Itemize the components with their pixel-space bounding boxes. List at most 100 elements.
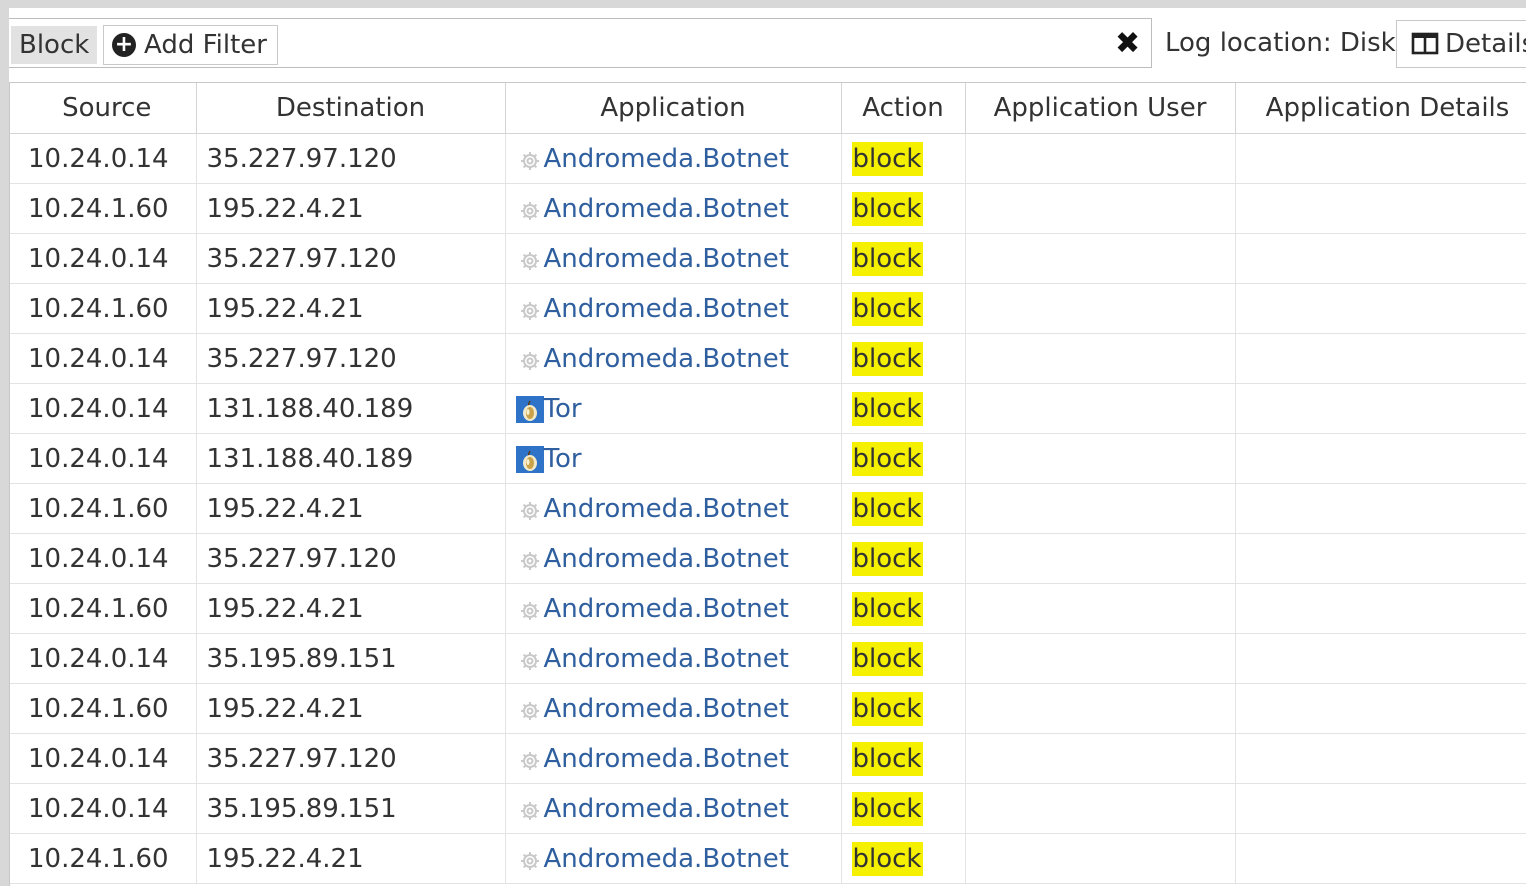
application-link[interactable]: Andromeda.Botnet bbox=[544, 594, 789, 624]
application-cell[interactable]: Andromeda.Botnet bbox=[505, 133, 842, 184]
action-cell: block bbox=[841, 733, 966, 784]
application-cell[interactable]: Andromeda.Botnet bbox=[505, 833, 842, 884]
table-row[interactable]: 10.24.1.60 195.22.4.21 Andromeda.Botnet blo… bbox=[10, 683, 1526, 734]
destination-cell: 195.22.4.21 bbox=[196, 833, 506, 884]
application-link[interactable]: Tor bbox=[544, 444, 582, 474]
column-header-destination[interactable]: Destination bbox=[196, 83, 506, 134]
filter-bar[interactable]: Block + Add Filter ✖ bbox=[9, 18, 1152, 68]
application-user-cell bbox=[965, 633, 1236, 684]
source-cell: 10.24.0.14 bbox=[10, 533, 197, 584]
destination-cell: 195.22.4.21 bbox=[196, 483, 506, 534]
table-row[interactable]: 10.24.0.14 35.227.97.120 Andromeda.Botnet b… bbox=[10, 233, 1526, 284]
table-row[interactable]: 10.24.1.60 195.22.4.21 Andromeda.Botnet blo… bbox=[10, 583, 1526, 634]
source-cell: 10.24.1.60 bbox=[10, 683, 197, 734]
table-row[interactable]: 10.24.1.60 195.22.4.21 Andromeda.Botnet blo… bbox=[10, 833, 1526, 884]
action-badge: block bbox=[851, 791, 923, 826]
application-cell[interactable]: Tor bbox=[505, 433, 842, 484]
gear-icon bbox=[516, 345, 544, 373]
columns-icon bbox=[1411, 32, 1439, 54]
column-header-application-details[interactable]: Application Details bbox=[1235, 83, 1526, 134]
application-link[interactable]: Andromeda.Botnet bbox=[544, 744, 789, 774]
application-link[interactable]: Andromeda.Botnet bbox=[544, 194, 789, 224]
table-row[interactable]: 10.24.0.14 35.227.97.120 Andromeda.Botnet b… bbox=[10, 133, 1526, 184]
table-row[interactable]: 10.24.0.14 35.227.97.120 Andromeda.Botnet b… bbox=[10, 733, 1526, 784]
column-header-application[interactable]: Application bbox=[505, 83, 842, 134]
table-row[interactable]: 10.24.0.14 35.227.97.120 Andromeda.Botnet b… bbox=[10, 533, 1526, 584]
source-cell: 10.24.1.60 bbox=[10, 283, 197, 334]
application-cell[interactable]: Andromeda.Botnet bbox=[505, 233, 842, 284]
application-cell[interactable]: Andromeda.Botnet bbox=[505, 633, 842, 684]
application-cell[interactable]: Andromeda.Botnet bbox=[505, 183, 842, 234]
application-cell[interactable]: Andromeda.Botnet bbox=[505, 583, 842, 634]
application-cell[interactable]: Andromeda.Botnet bbox=[505, 483, 842, 534]
application-user-cell bbox=[965, 533, 1236, 584]
application-link[interactable]: Andromeda.Botnet bbox=[544, 694, 789, 724]
source-cell: 10.24.0.14 bbox=[10, 233, 197, 284]
filter-chip-block[interactable]: Block bbox=[11, 26, 98, 64]
gear-icon bbox=[516, 545, 544, 573]
source-cell: 10.24.0.14 bbox=[10, 733, 197, 784]
application-link[interactable]: Andromeda.Botnet bbox=[544, 244, 789, 274]
clear-filter-icon[interactable]: ✖ bbox=[1115, 27, 1140, 61]
gear-icon bbox=[516, 695, 544, 723]
application-cell[interactable]: Andromeda.Botnet bbox=[505, 333, 842, 384]
table-row[interactable]: 10.24.0.14 35.195.89.151 Andromeda.Botnet b… bbox=[10, 633, 1526, 684]
table-row[interactable]: 10.24.1.60 195.22.4.21 Andromeda.Botnet blo… bbox=[10, 183, 1526, 234]
add-filter-button[interactable]: + Add Filter bbox=[103, 25, 278, 65]
action-badge: block bbox=[851, 841, 923, 876]
application-details-cell bbox=[1235, 383, 1526, 434]
application-user-cell bbox=[965, 683, 1236, 734]
table-row[interactable]: 10.24.0.14 35.227.97.120 Andromeda.Botnet b… bbox=[10, 333, 1526, 384]
application-link[interactable]: Tor bbox=[544, 394, 582, 424]
action-badge: block bbox=[851, 741, 923, 776]
gear-icon bbox=[516, 245, 544, 273]
table-row[interactable]: 10.24.0.14 131.188.40.189 Tor block bbox=[10, 383, 1526, 434]
column-header-application-user[interactable]: Application User bbox=[965, 83, 1236, 134]
column-header-source[interactable]: Source bbox=[10, 83, 197, 134]
destination-cell: 35.195.89.151 bbox=[196, 783, 506, 834]
application-cell[interactable]: Andromeda.Botnet bbox=[505, 283, 842, 334]
column-header-action[interactable]: Action bbox=[841, 83, 966, 134]
action-cell: block bbox=[841, 433, 966, 484]
application-link[interactable]: Andromeda.Botnet bbox=[544, 144, 789, 174]
action-cell: block bbox=[841, 483, 966, 534]
table-row[interactable]: 10.24.0.14 131.188.40.189 Tor block bbox=[10, 433, 1526, 484]
destination-cell: 35.227.97.120 bbox=[196, 733, 506, 784]
action-cell: block bbox=[841, 383, 966, 434]
application-cell[interactable]: Andromeda.Botnet bbox=[505, 733, 842, 784]
application-cell[interactable]: Andromeda.Botnet bbox=[505, 533, 842, 584]
details-button[interactable]: Details bbox=[1396, 20, 1526, 68]
application-link[interactable]: Andromeda.Botnet bbox=[544, 344, 789, 374]
application-link[interactable]: Andromeda.Botnet bbox=[544, 794, 789, 824]
action-cell: block bbox=[841, 783, 966, 834]
action-cell: block bbox=[841, 833, 966, 884]
log-table-container[interactable]: Source Destination Application Action Ap… bbox=[9, 82, 1526, 886]
gear-icon bbox=[516, 795, 544, 823]
application-cell[interactable]: Andromeda.Botnet bbox=[505, 783, 842, 834]
application-link[interactable]: Andromeda.Botnet bbox=[544, 844, 789, 874]
tor-icon bbox=[515, 395, 544, 423]
action-badge: block bbox=[851, 641, 923, 676]
table-row[interactable]: 10.24.1.60 195.22.4.21 Andromeda.Botnet blo… bbox=[10, 283, 1526, 334]
application-link[interactable]: Andromeda.Botnet bbox=[544, 644, 789, 674]
source-cell: 10.24.1.60 bbox=[10, 483, 197, 534]
application-cell[interactable]: Andromeda.Botnet bbox=[505, 683, 842, 734]
action-badge: block bbox=[851, 491, 923, 526]
gear-icon bbox=[516, 845, 544, 873]
application-details-cell bbox=[1235, 433, 1526, 484]
application-link[interactable]: Andromeda.Botnet bbox=[544, 544, 789, 574]
action-cell: block bbox=[841, 683, 966, 734]
log-location-label[interactable]: Log location: Disk bbox=[1165, 26, 1396, 60]
action-cell: block bbox=[841, 233, 966, 284]
action-cell: block bbox=[841, 133, 966, 184]
application-link[interactable]: Andromeda.Botnet bbox=[544, 494, 789, 524]
gear-icon bbox=[516, 295, 544, 323]
application-user-cell bbox=[965, 783, 1236, 834]
application-cell[interactable]: Tor bbox=[505, 383, 842, 434]
destination-cell: 131.188.40.189 bbox=[196, 383, 506, 434]
table-row[interactable]: 10.24.0.14 35.195.89.151 Andromeda.Botnet b… bbox=[10, 783, 1526, 834]
action-cell: block bbox=[841, 333, 966, 384]
application-link[interactable]: Andromeda.Botnet bbox=[544, 294, 789, 324]
table-row[interactable]: 10.24.1.60 195.22.4.21 Andromeda.Botnet blo… bbox=[10, 483, 1526, 534]
gear-icon bbox=[516, 595, 544, 623]
